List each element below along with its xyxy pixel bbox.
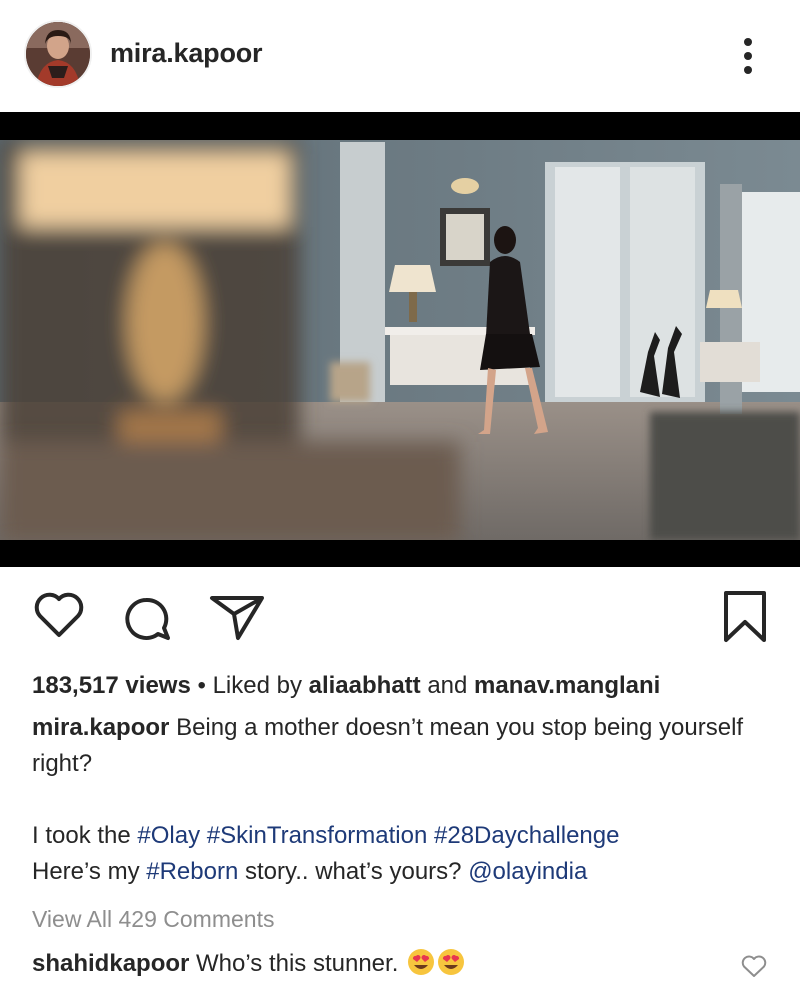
liked-by-user-1[interactable]: aliaabhatt xyxy=(309,672,421,699)
caption-username[interactable]: mira.kapoor xyxy=(32,714,169,741)
comment-text: Who’s this stunner. xyxy=(196,950,399,977)
avatar-image xyxy=(26,22,90,86)
comment-row: shahidkapoor Who’s this stunner. xyxy=(32,948,465,978)
avatar[interactable] xyxy=(24,20,92,88)
comment-bubble-icon[interactable] xyxy=(120,594,176,644)
views-liked-by-line: 183,517 views • Liked by aliaabhatt and … xyxy=(32,672,660,700)
post-author-username[interactable]: mira.kapoor xyxy=(110,38,263,69)
liked-by-and: and xyxy=(427,672,468,699)
heart-icon[interactable] xyxy=(32,588,86,640)
dot-separator: • xyxy=(197,672,213,699)
mention-olayindia[interactable]: @olayindia xyxy=(468,858,587,885)
post-header: mira.kapoor xyxy=(0,0,800,112)
views-count[interactable]: 183,517 views xyxy=(32,672,191,699)
hashtag-skin-transformation[interactable]: #SkinTransformation xyxy=(207,822,428,849)
caption-text-3: Here’s my xyxy=(32,858,140,885)
post-video[interactable] xyxy=(0,112,800,567)
paper-plane-icon[interactable] xyxy=(208,594,266,642)
bookmark-icon[interactable] xyxy=(722,590,768,644)
comment-username[interactable]: shahidkapoor xyxy=(32,950,189,977)
caption-paragraph-1: mira.kapoor Being a mother doesn’t mean … xyxy=(32,710,772,782)
small-heart-icon[interactable] xyxy=(740,953,768,979)
heart-eyes-emoji-icon xyxy=(438,949,465,975)
view-all-comments-link[interactable]: View All 429 Comments xyxy=(32,906,274,933)
post-caption: mira.kapoor Being a mother doesn’t mean … xyxy=(32,710,772,890)
caption-text-4: story.. what’s yours? xyxy=(244,858,462,885)
liked-by-prefix: Liked by xyxy=(212,672,302,699)
caption-paragraph-2: I took the #Olay #SkinTransformation #28… xyxy=(32,818,772,890)
caption-text-2: I took the xyxy=(32,822,131,849)
liked-by-user-2[interactable]: manav.manglani xyxy=(474,672,660,699)
hashtag-reborn[interactable]: #Reborn xyxy=(146,858,238,885)
hashtag-28daychallenge[interactable]: #28Daychallenge xyxy=(434,822,619,849)
video-frame xyxy=(0,112,800,567)
post-action-bar xyxy=(0,588,800,648)
hashtag-olay[interactable]: #Olay xyxy=(137,822,200,849)
heart-eyes-emoji-icon xyxy=(408,949,435,975)
vertical-ellipsis-icon[interactable] xyxy=(738,36,758,76)
